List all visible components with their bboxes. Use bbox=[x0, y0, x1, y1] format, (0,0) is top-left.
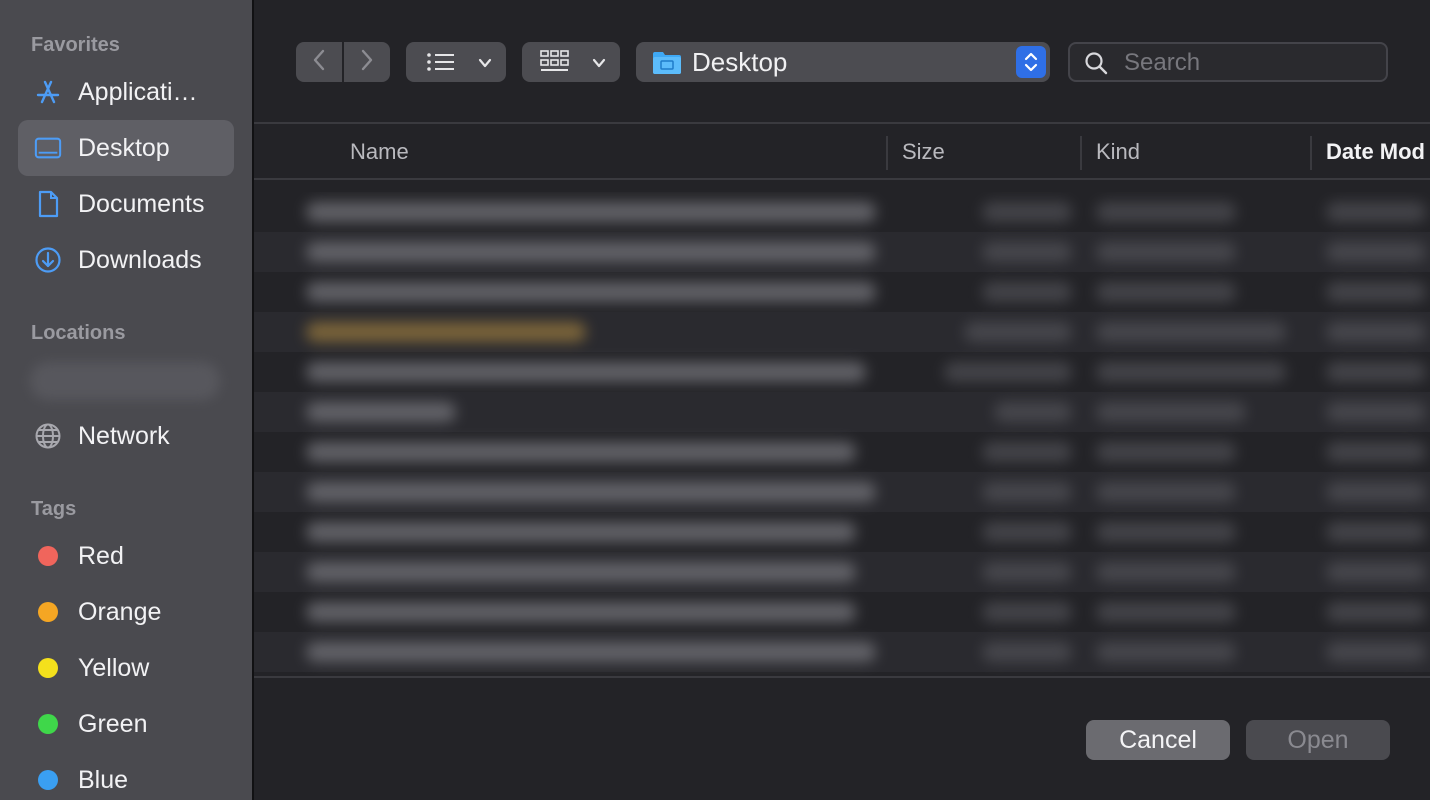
tag-red[interactable]: Red bbox=[18, 528, 234, 584]
table-row[interactable] bbox=[254, 192, 1430, 232]
tag-label: Yellow bbox=[78, 654, 150, 682]
group-by-button[interactable] bbox=[522, 42, 620, 82]
search-field[interactable] bbox=[1068, 42, 1388, 82]
tag-label: Green bbox=[78, 710, 148, 738]
table-row[interactable] bbox=[254, 472, 1430, 512]
tag-green[interactable]: Green bbox=[18, 696, 234, 752]
globe-icon bbox=[34, 422, 62, 450]
table-row[interactable] bbox=[254, 432, 1430, 472]
document-icon bbox=[34, 190, 62, 218]
forward-button[interactable] bbox=[344, 42, 390, 82]
table-row[interactable] bbox=[254, 352, 1430, 392]
table-row[interactable] bbox=[254, 232, 1430, 272]
tag-label: Blue bbox=[78, 766, 129, 794]
applications-icon bbox=[34, 78, 62, 106]
column-divider[interactable] bbox=[886, 136, 888, 170]
sidebar-item-desktop[interactable]: Desktop bbox=[18, 120, 234, 176]
search-input[interactable] bbox=[1122, 44, 1376, 82]
tag-orange[interactable]: Orange bbox=[18, 584, 234, 640]
table-row[interactable] bbox=[254, 552, 1430, 592]
table-row[interactable] bbox=[254, 392, 1430, 432]
file-browser: Desktop Name Size Kind Date Mod bbox=[254, 0, 1430, 800]
sidebar-item-label: Downloads bbox=[78, 246, 202, 274]
updown-stepper-icon bbox=[1016, 46, 1046, 78]
tag-label: Red bbox=[78, 542, 124, 570]
toolbar: Desktop bbox=[254, 0, 1430, 124]
table-row[interactable] bbox=[254, 272, 1430, 312]
open-button[interactable]: Open bbox=[1246, 720, 1390, 760]
tag-blue-dot bbox=[34, 766, 62, 794]
column-divider[interactable] bbox=[1310, 136, 1312, 170]
column-header-size[interactable]: Size bbox=[902, 126, 945, 178]
sidebar-item-documents[interactable]: Documents bbox=[18, 176, 234, 232]
cancel-button[interactable]: Cancel bbox=[1086, 720, 1230, 760]
sidebar-item-network[interactable]: Network bbox=[18, 408, 234, 464]
tag-yellow-dot bbox=[34, 654, 62, 682]
tag-yellow[interactable]: Yellow bbox=[18, 640, 234, 696]
grid-view-icon bbox=[540, 50, 570, 79]
sidebar-section-favorites: Favorites bbox=[31, 34, 120, 56]
table-header: Name Size Kind Date Mod bbox=[254, 126, 1430, 180]
table-row[interactable] bbox=[254, 512, 1430, 552]
open-file-dialog: Favorites Applicati… Desktop Documents D… bbox=[0, 0, 1430, 800]
tag-red-dot bbox=[34, 542, 62, 570]
location-popup[interactable]: Desktop bbox=[636, 42, 1050, 82]
sidebar-item-label: Applicati… bbox=[78, 78, 198, 106]
downloads-icon bbox=[34, 246, 62, 274]
sidebar-item-applications[interactable]: Applicati… bbox=[18, 64, 234, 120]
sidebar-item-label: Documents bbox=[78, 190, 205, 218]
tag-blue[interactable]: Blue bbox=[18, 752, 234, 800]
sidebar-item-label: Desktop bbox=[78, 134, 170, 162]
chevron-right-icon bbox=[360, 49, 374, 76]
sidebar-item-device[interactable] bbox=[30, 362, 220, 400]
folder-icon bbox=[652, 49, 682, 80]
sidebar-section-locations: Locations bbox=[31, 322, 126, 344]
sidebar-item-label: Network bbox=[78, 422, 170, 450]
tag-orange-dot bbox=[34, 598, 62, 626]
back-button[interactable] bbox=[296, 42, 342, 82]
view-list-button[interactable] bbox=[406, 42, 506, 82]
column-header-date-modified[interactable]: Date Mod bbox=[1326, 126, 1425, 178]
tag-green-dot bbox=[34, 710, 62, 738]
chevron-down-icon bbox=[592, 56, 606, 74]
sidebar: Favorites Applicati… Desktop Documents D… bbox=[0, 0, 254, 800]
column-header-name[interactable]: Name bbox=[350, 126, 409, 178]
column-divider[interactable] bbox=[1080, 136, 1082, 170]
table-bottom-divider bbox=[254, 676, 1430, 678]
sidebar-item-downloads[interactable]: Downloads bbox=[18, 232, 234, 288]
search-icon bbox=[1084, 51, 1108, 80]
column-header-kind[interactable]: Kind bbox=[1096, 126, 1140, 178]
tag-label: Orange bbox=[78, 598, 162, 626]
sidebar-section-tags: Tags bbox=[31, 498, 77, 520]
file-list bbox=[254, 192, 1430, 676]
table-row[interactable] bbox=[254, 632, 1430, 672]
chevron-down-icon bbox=[478, 56, 492, 74]
location-label: Desktop bbox=[692, 47, 788, 77]
table-row[interactable] bbox=[254, 312, 1430, 352]
list-view-icon bbox=[426, 51, 456, 78]
table-row[interactable] bbox=[254, 592, 1430, 632]
desktop-icon bbox=[34, 134, 62, 162]
chevron-left-icon bbox=[312, 49, 326, 76]
